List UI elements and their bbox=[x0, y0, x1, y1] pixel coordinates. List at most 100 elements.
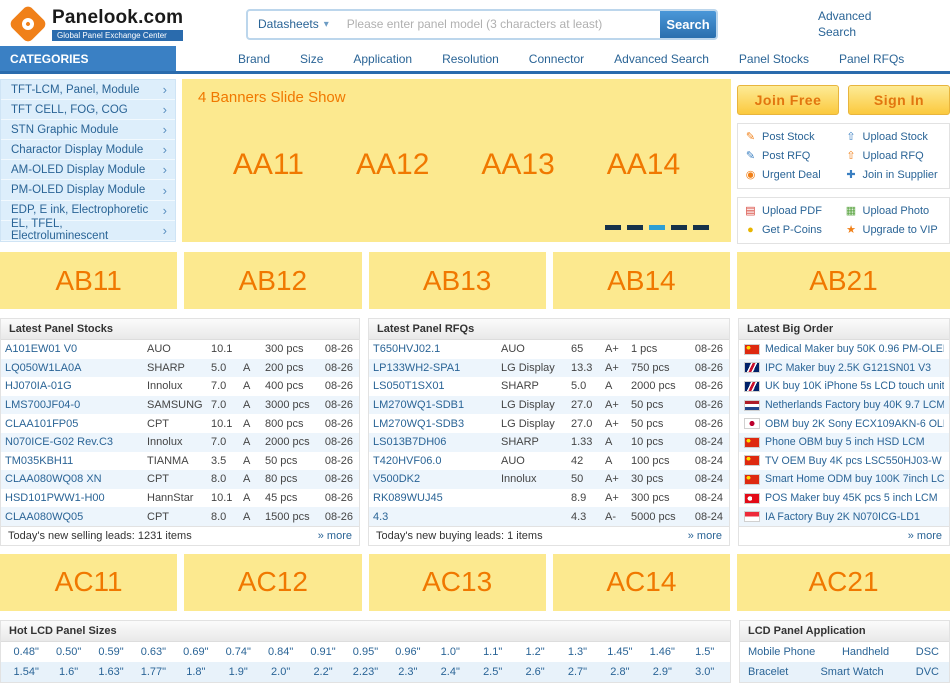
sidebar-item-pm-oled-display-module[interactable]: PM-OLED Display Module› bbox=[1, 180, 175, 200]
nav-item-panel-stocks[interactable]: Panel Stocks bbox=[739, 52, 809, 66]
size-link-2-23[interactable]: 2.23" bbox=[344, 666, 386, 678]
big-order-link[interactable]: POS Maker buy 45K pcs 5 inch LCM bbox=[765, 492, 938, 504]
application-link-dvc[interactable]: DVC bbox=[916, 666, 939, 678]
main-banner[interactable]: 4 Banners Slide Show AA11AA12AA13AA14 bbox=[182, 79, 731, 242]
size-link-2-7[interactable]: 2.7" bbox=[556, 666, 598, 678]
logo[interactable]: Panelook.com Global Panel Exchange Cente… bbox=[8, 7, 240, 41]
big-order-link[interactable]: UK buy 10K iPhone 5s LCD touch unit bbox=[765, 380, 944, 392]
join-free-button[interactable]: Join Free bbox=[737, 85, 839, 115]
size-link-3-0[interactable]: 3.0" bbox=[684, 666, 726, 678]
rfq-model-link[interactable]: T650HVJ02.1 bbox=[373, 343, 501, 355]
size-link-2-2[interactable]: 2.2" bbox=[302, 666, 344, 678]
stock-model-link[interactable]: HSD101PWW1-H00 bbox=[5, 492, 147, 504]
application-link-dsc[interactable]: DSC bbox=[916, 646, 939, 658]
ad-banner-ab14[interactable]: AB14 bbox=[553, 252, 730, 309]
ad-banner-ac11[interactable]: AC11 bbox=[0, 554, 177, 611]
nav-item-connector[interactable]: Connector bbox=[529, 52, 584, 66]
sidebar-item-charactor-display-module[interactable]: Charactor Display Module› bbox=[1, 140, 175, 160]
rfq-model-link[interactable]: T420HVF06.0 bbox=[373, 455, 501, 467]
rfq-model-link[interactable]: LM270WQ1-SDB1 bbox=[373, 399, 501, 411]
stock-model-link[interactable]: HJ070IA-01G bbox=[5, 380, 147, 392]
nav-item-panel-rfqs[interactable]: Panel RFQs bbox=[839, 52, 904, 66]
nav-item-application[interactable]: Application bbox=[353, 52, 412, 66]
big-order-link[interactable]: Phone OBM buy 5 inch HSD LCM bbox=[765, 436, 925, 448]
stock-model-link[interactable]: CLAA101FP05 bbox=[5, 418, 147, 430]
size-link-1-9[interactable]: 1.9" bbox=[217, 666, 259, 678]
upload-pdf-link[interactable]: ▤Upload PDF bbox=[744, 205, 843, 217]
stock-model-link[interactable]: TM035KBH11 bbox=[5, 455, 147, 467]
size-link-1-77[interactable]: 1.77" bbox=[132, 666, 174, 678]
size-link-0-84[interactable]: 0.84" bbox=[259, 646, 301, 658]
stock-model-link[interactable]: LQ050W1LA0A bbox=[5, 362, 147, 374]
big-order-link[interactable]: IA Factory Buy 2K N070ICG-LD1 bbox=[765, 511, 920, 523]
rfq-model-link[interactable]: V500DK2 bbox=[373, 473, 501, 485]
big-order-link[interactable]: Netherlands Factory buy 40K 9.7 LCM bbox=[765, 399, 944, 411]
ad-banner-ab21[interactable]: AB21 bbox=[737, 252, 950, 309]
size-link-1-8[interactable]: 1.8" bbox=[175, 666, 217, 678]
size-link-2-6[interactable]: 2.6" bbox=[514, 666, 556, 678]
stock-model-link[interactable]: N070ICE-G02 Rev.C3 bbox=[5, 436, 147, 448]
orders-more-link[interactable]: » more bbox=[908, 530, 942, 542]
sidebar-item-el-tfel-electroluminescent[interactable]: EL, TFEL, Electroluminescent› bbox=[1, 221, 175, 241]
ad-banner-ac21[interactable]: AC21 bbox=[737, 554, 950, 611]
size-link-1-0[interactable]: 1.0" bbox=[429, 646, 471, 658]
post-stock-link[interactable]: ✎Post Stock bbox=[744, 131, 843, 143]
size-link-2-8[interactable]: 2.8" bbox=[599, 666, 641, 678]
datasheets-dropdown[interactable]: Datasheets ▾ bbox=[248, 11, 339, 38]
ad-banner-ab12[interactable]: AB12 bbox=[184, 252, 361, 309]
rfq-model-link[interactable]: 4.3 bbox=[373, 511, 501, 523]
size-link-1-46[interactable]: 1.46" bbox=[641, 646, 683, 658]
size-link-1-3[interactable]: 1.3" bbox=[556, 646, 598, 658]
size-link-1-5[interactable]: 1.5" bbox=[684, 646, 726, 658]
size-link-1-6[interactable]: 1.6" bbox=[47, 666, 89, 678]
big-order-link[interactable]: TV OEM Buy 4K pcs LSC550HJ03-W bbox=[765, 455, 942, 467]
big-order-link[interactable]: OBM buy 2K Sony ECX109AKN-6 OLED bbox=[765, 418, 944, 430]
nav-item-advanced-search[interactable]: Advanced Search bbox=[614, 52, 709, 66]
urgent-deal-link[interactable]: ◉Urgent Deal bbox=[744, 169, 843, 181]
post-rfq-link[interactable]: ✎Post RFQ bbox=[744, 150, 843, 162]
rfq-model-link[interactable]: LP133WH2-SPA1 bbox=[373, 362, 501, 374]
rfq-model-link[interactable]: LM270WQ1-SDB3 bbox=[373, 418, 501, 430]
size-link-2-5[interactable]: 2.5" bbox=[471, 666, 513, 678]
sidebar-item-tft-cell-fog-cog[interactable]: TFT CELL, FOG, COG› bbox=[1, 100, 175, 120]
big-order-link[interactable]: Smart Home ODM buy 100K 7inch LCD bbox=[765, 473, 944, 485]
size-link-0-69[interactable]: 0.69" bbox=[175, 646, 217, 658]
stock-model-link[interactable]: CLAA080WQ05 bbox=[5, 511, 147, 523]
size-link-2-4[interactable]: 2.4" bbox=[429, 666, 471, 678]
nav-item-resolution[interactable]: Resolution bbox=[442, 52, 499, 66]
slider-dot-5[interactable] bbox=[693, 225, 709, 230]
ad-banner-ab13[interactable]: AB13 bbox=[369, 252, 546, 309]
size-link-1-63[interactable]: 1.63" bbox=[90, 666, 132, 678]
rfq-model-link[interactable]: LS050T1SX01 bbox=[373, 380, 501, 392]
size-link-0-50[interactable]: 0.50" bbox=[47, 646, 89, 658]
big-order-link[interactable]: IPC Maker buy 2.5K G121SN01 V3 bbox=[765, 362, 931, 374]
size-link-0-74[interactable]: 0.74" bbox=[217, 646, 259, 658]
rfqs-more-link[interactable]: » more bbox=[688, 530, 722, 542]
ad-banner-ac12[interactable]: AC12 bbox=[184, 554, 361, 611]
categories-header[interactable]: CATEGORIES bbox=[0, 46, 176, 71]
get-p-coins-link[interactable]: ●Get P-Coins bbox=[744, 224, 843, 236]
size-link-0-59[interactable]: 0.59" bbox=[90, 646, 132, 658]
upload-stock-link[interactable]: ⇧Upload Stock bbox=[845, 131, 944, 143]
rfq-model-link[interactable]: LS013B7DH06 bbox=[373, 436, 501, 448]
size-link-2-0[interactable]: 2.0" bbox=[259, 666, 301, 678]
size-link-0-63[interactable]: 0.63" bbox=[132, 646, 174, 658]
size-link-1-1[interactable]: 1.1" bbox=[471, 646, 513, 658]
ad-banner-ab11[interactable]: AB11 bbox=[0, 252, 177, 309]
size-link-1-2[interactable]: 1.2" bbox=[514, 646, 556, 658]
upload-photo-link[interactable]: ▦Upload Photo bbox=[845, 205, 944, 217]
application-link-smart-watch[interactable]: Smart Watch bbox=[820, 666, 883, 678]
size-link-1-54[interactable]: 1.54" bbox=[5, 666, 47, 678]
sidebar-item-stn-graphic-module[interactable]: STN Graphic Module› bbox=[1, 120, 175, 140]
application-link-handheld[interactable]: Handheld bbox=[842, 646, 889, 658]
size-link-1-45[interactable]: 1.45" bbox=[599, 646, 641, 658]
upgrade-to-vip-link[interactable]: ★Upgrade to VIP bbox=[845, 224, 944, 236]
sidebar-item-tft-lcm-panel-module[interactable]: TFT-LCM, Panel, Module› bbox=[1, 80, 175, 100]
size-link-0-91[interactable]: 0.91" bbox=[302, 646, 344, 658]
advanced-search-link[interactable]: Advanced Search bbox=[818, 8, 880, 40]
slider-dot-1[interactable] bbox=[605, 225, 621, 230]
stocks-more-link[interactable]: » more bbox=[318, 530, 352, 542]
sign-in-button[interactable]: Sign In bbox=[848, 85, 950, 115]
sidebar-item-am-oled-display-module[interactable]: AM-OLED Display Module› bbox=[1, 160, 175, 180]
nav-item-brand[interactable]: Brand bbox=[238, 52, 270, 66]
